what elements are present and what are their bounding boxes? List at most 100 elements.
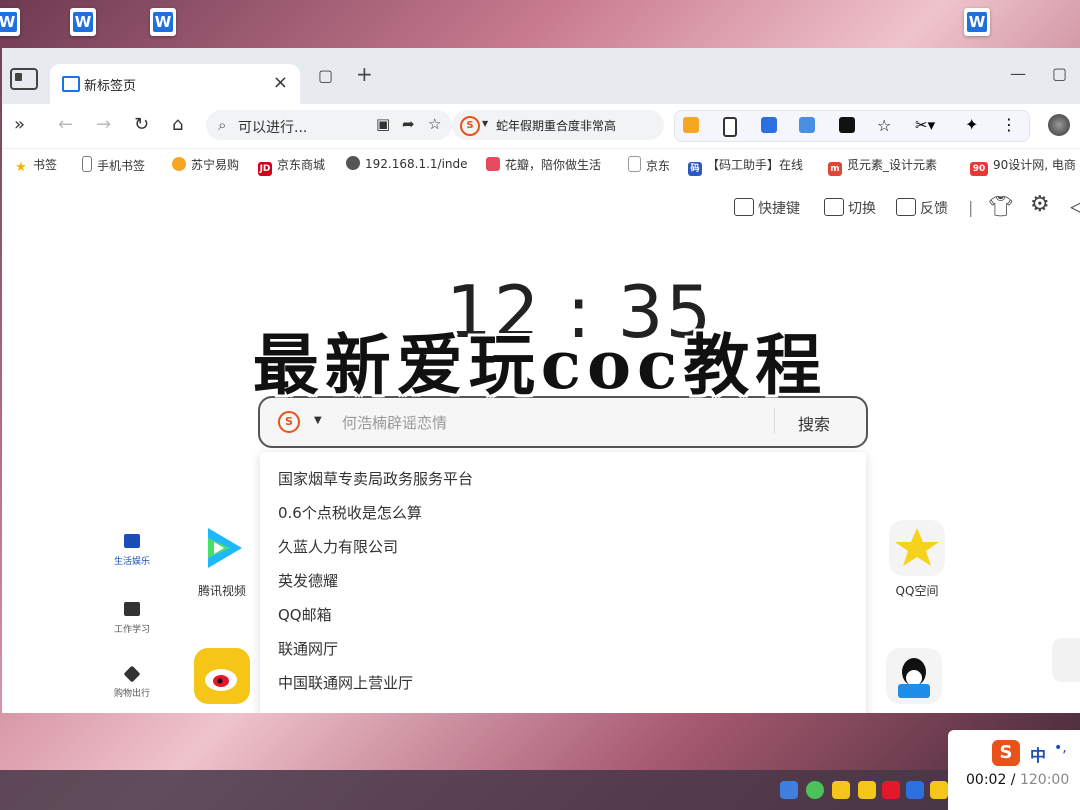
bookmark-item[interactable]: 192.168.1.1/inde bbox=[346, 156, 468, 171]
life-icon bbox=[124, 534, 140, 548]
extensions-bar: ☆ ✂▾ ✦ ⋮ bbox=[674, 110, 1030, 142]
caret-down-icon: ▼ bbox=[482, 119, 489, 128]
nav-item-shopping[interactable]: 购物出行 bbox=[106, 665, 158, 699]
translate-alt-icon[interactable] bbox=[799, 117, 815, 133]
shortcuts-button[interactable]: 快捷键 bbox=[734, 198, 800, 218]
share-icon[interactable]: ➦ bbox=[402, 115, 415, 133]
forward-icon[interactable]: → bbox=[96, 114, 111, 135]
nav-item-work[interactable]: 工作学习 bbox=[106, 602, 158, 635]
switch-icon bbox=[824, 198, 844, 216]
suggestion-item[interactable]: QQ邮箱 bbox=[278, 604, 332, 625]
search-icon: ⌕ bbox=[218, 116, 227, 134]
switch-button[interactable]: 切换 bbox=[824, 198, 876, 218]
menu-icon[interactable]: ⋮ bbox=[1001, 115, 1017, 134]
bookmark-item[interactable]: 京东 bbox=[628, 156, 670, 174]
search-input[interactable]: 何浩楠辟谣恋情 bbox=[342, 412, 447, 433]
search-button[interactable]: 搜索 bbox=[798, 411, 830, 435]
suggestion-item[interactable]: 国家烟草专卖局政务服务平台 bbox=[278, 468, 473, 489]
video-title-overlay: 最新爱玩coc教程 bbox=[252, 326, 828, 404]
bookmark-item[interactable]: ★ 书签 bbox=[14, 156, 57, 175]
suggestion-item[interactable]: 联通网厅 bbox=[278, 638, 338, 659]
bookmark-item[interactable]: 苏宁易购 bbox=[172, 156, 239, 173]
app-qzone[interactable]: QQ空间 bbox=[882, 520, 952, 599]
divider bbox=[774, 408, 775, 434]
feedback-button[interactable]: 反馈 bbox=[896, 198, 948, 218]
sogou-logo-icon: S bbox=[460, 116, 480, 136]
expand-icon[interactable]: » bbox=[14, 114, 25, 135]
extensions-icon[interactable]: ✦ bbox=[965, 115, 978, 134]
app-qq-reading[interactable] bbox=[884, 648, 944, 710]
planet-icon[interactable] bbox=[1052, 638, 1080, 682]
gear-icon[interactable]: ⚙ bbox=[1030, 192, 1050, 217]
favorite-icon[interactable]: ☆ bbox=[877, 116, 891, 135]
app-weibo[interactable] bbox=[192, 648, 252, 710]
tab-bar: 新标签页 × ▢ + — ▢ bbox=[2, 48, 1080, 104]
nav-item-life[interactable]: 生活娱乐 bbox=[106, 534, 158, 567]
ime-status-panel: S 中 •, 00:02 / 120:00 bbox=[948, 730, 1080, 810]
suggestion-item[interactable]: 英发德耀 bbox=[278, 570, 338, 591]
eye-icon[interactable]: ◁ bbox=[1070, 194, 1080, 218]
suggestion-item[interactable]: 0.6个点税收是怎么算 bbox=[278, 502, 422, 523]
news-ticker[interactable]: S ▼ 蛇年假期重合度非常高 bbox=[452, 110, 664, 140]
tag-icon bbox=[123, 665, 141, 683]
tab-groups-icon[interactable]: ▢ bbox=[318, 66, 333, 85]
bookmark-item[interactable]: m 觅元素_设计元素 bbox=[828, 156, 937, 176]
bookmark-item[interactable]: 手机书签 bbox=[82, 156, 145, 174]
news-text: 蛇年假期重合度非常高 bbox=[496, 119, 617, 133]
qzone-star-icon bbox=[889, 520, 945, 576]
app-tencent-video[interactable]: 腾讯视频 bbox=[192, 520, 252, 599]
tray-app-icon[interactable] bbox=[858, 781, 876, 799]
desktop-word-icon[interactable]: W bbox=[62, 0, 102, 44]
new-tab-page: 快捷键 切换 反馈 | 👕︎ ⚙ ◁ 12 : 35 S ▼ 何浩楠辟谣恋情 搜… bbox=[2, 178, 1080, 713]
tray-app-icon[interactable] bbox=[930, 781, 948, 799]
desktop-word-icon[interactable]: W bbox=[142, 0, 182, 44]
address-bar[interactable]: ⌕ 可以进行... ▣ ➦ ☆ bbox=[206, 110, 452, 140]
reader-icon[interactable]: ▣ bbox=[376, 115, 390, 133]
translate-icon[interactable] bbox=[761, 117, 777, 133]
chart-icon[interactable] bbox=[839, 117, 855, 133]
back-icon[interactable]: ← bbox=[58, 114, 73, 135]
sidebar-toggle-icon[interactable] bbox=[10, 68, 38, 90]
tab-favicon-icon bbox=[62, 76, 80, 92]
tray-app-icon[interactable] bbox=[882, 781, 900, 799]
divider: | bbox=[968, 198, 974, 217]
tab-title: 新标签页 bbox=[84, 79, 137, 94]
suggestion-item[interactable]: 久蓝人力有限公司 bbox=[278, 536, 398, 557]
minimize-icon[interactable]: — bbox=[1010, 64, 1026, 83]
bookmark-item[interactable]: 90 90设计网, 电商 bbox=[970, 156, 1076, 176]
engine-dropdown-icon[interactable]: ▼ bbox=[314, 415, 322, 426]
tray-app-icon[interactable] bbox=[832, 781, 850, 799]
ime-punctuation[interactable]: •, bbox=[1054, 740, 1067, 756]
qq-penguin-icon bbox=[886, 648, 942, 704]
briefcase-icon bbox=[124, 602, 140, 616]
recording-timer: 00:02 / 120:00 bbox=[966, 772, 1070, 788]
desktop-word-icon[interactable]: W bbox=[956, 0, 996, 44]
feedback-icon bbox=[896, 198, 916, 216]
avatar[interactable] bbox=[1048, 114, 1070, 136]
address-text: 可以进行... bbox=[238, 120, 308, 136]
scissors-icon[interactable]: ✂▾ bbox=[915, 116, 935, 134]
wechat-icon[interactable] bbox=[806, 781, 824, 799]
bookmark-item[interactable]: 花瓣，陪你做生活 bbox=[486, 156, 601, 173]
suggestion-list: 国家烟草专卖局政务服务平台 0.6个点税收是怎么算 久蓝人力有限公司 英发德耀 … bbox=[260, 452, 866, 713]
tab-new-tab[interactable]: 新标签页 × bbox=[50, 64, 300, 104]
reload-icon[interactable]: ↻ bbox=[134, 114, 149, 135]
folder-icon[interactable] bbox=[683, 117, 699, 133]
phone-icon[interactable] bbox=[723, 117, 737, 137]
skin-icon[interactable]: 👕︎ bbox=[988, 194, 1013, 218]
tray-app-icon[interactable] bbox=[906, 781, 924, 799]
desktop-word-icon[interactable]: W bbox=[0, 0, 26, 44]
bookmark-item[interactable]: 码【码工助手】在线 bbox=[688, 156, 803, 176]
maximize-icon[interactable]: ▢ bbox=[1052, 64, 1067, 83]
suggestion-item[interactable]: 中国联通网上营业厅 bbox=[278, 672, 413, 693]
tencent-video-icon bbox=[194, 520, 250, 576]
new-tab-button[interactable]: + bbox=[356, 62, 373, 86]
sogou-ime-icon[interactable]: S bbox=[992, 740, 1020, 766]
home-icon[interactable]: ⌂ bbox=[172, 114, 183, 135]
bookmark-star-icon[interactable]: ☆ bbox=[428, 115, 441, 133]
tray-app-icon[interactable] bbox=[780, 781, 798, 799]
search-engine-icon[interactable]: S bbox=[278, 411, 300, 433]
bookmark-item[interactable]: JD 京东商城 bbox=[258, 156, 325, 176]
close-tab-icon[interactable]: × bbox=[273, 72, 288, 93]
ime-language[interactable]: 中 bbox=[1030, 742, 1046, 766]
